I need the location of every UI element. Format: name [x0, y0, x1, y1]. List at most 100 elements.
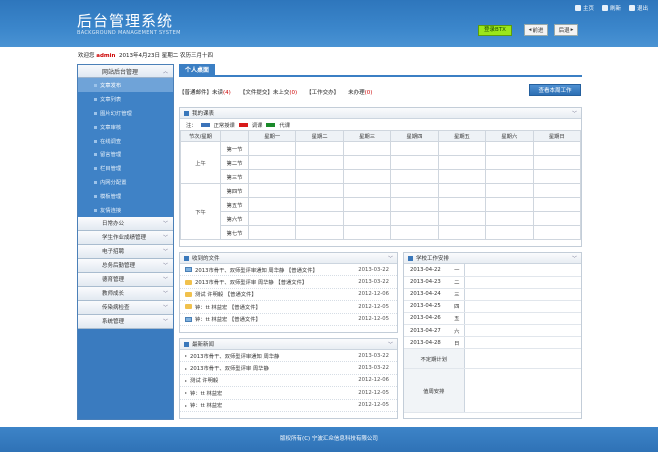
- chevron-down-icon: ﹀: [162, 290, 168, 297]
- sidebar-group-system[interactable]: 系统管理 ﹀: [78, 314, 173, 329]
- username: admin: [96, 53, 116, 59]
- list-item[interactable]: 钟：tt 林益宏 【普通文件】 2012-12-05: [180, 314, 397, 326]
- news-header: 最新新闻 ﹀: [180, 339, 397, 350]
- chevron-down-icon: ﹀: [162, 304, 168, 311]
- sidebar-item-columns[interactable]: 栏目管理: [78, 161, 173, 175]
- table-row: 不定期计划: [404, 348, 581, 370]
- table-row: 下午 第四节: [180, 183, 582, 240]
- schedule-table: 节次/星期 星期一 星期二 星期三 星期四 星期五 星期六 星期日 上午 第一节 第二节…: [180, 130, 582, 240]
- table-row: 第二节: [181, 155, 582, 170]
- bullet-icon: ▸: [185, 353, 188, 359]
- list-item[interactable]: ▸ 2013市骨干、双师型评审通知 周华静 2013-03-22: [180, 350, 397, 363]
- view-week-work-button[interactable]: 查看本周工作: [529, 84, 581, 96]
- login-button[interactable]: 登录BTX: [478, 25, 512, 36]
- school-header: 学校工作安排 ﹀: [404, 253, 581, 264]
- list-item[interactable]: 钟：tt 林益宏 【普通文件】 2012-12-05: [180, 301, 397, 314]
- footer: 版权所有(C) 宁波汇众信息科技有限公司: [0, 427, 658, 452]
- files-list: 2013市骨干、双师型评审通知 周华静 【普通文件】 2013-03-22 201…: [180, 264, 397, 326]
- schedule-panel: 我的课表 ﹀ 注： 正常授课 调课 代课 节次/星期 星期一 星期二 星期三 星期四 …: [179, 107, 582, 247]
- refresh-icon: [601, 5, 608, 11]
- news-list: ▸ 2013市骨干、双师型评审通知 周华静 2013-03-22 ▸ 2013市骨干、…: [180, 350, 397, 412]
- table-row: 第六节: [181, 211, 582, 226]
- user-info-bar: 欢迎您 admin 2013年4月23日 星期二 农历三月十四: [78, 53, 213, 59]
- panel-icon: [184, 110, 189, 116]
- main-area: 个人桌面: [179, 64, 582, 77]
- quick-links: 【普通邮件】未读(4) 【文件提交】未上交(0) 【工作交办】 未办理(0): [179, 86, 582, 98]
- sidebar-group-teacher[interactable]: 教师成长 ﹀: [78, 286, 173, 301]
- table-row: 第三节: [181, 169, 582, 184]
- nav-home[interactable]: 主页: [574, 4, 594, 12]
- table-row: 2013-04-26 五: [404, 312, 581, 325]
- files-header: 收到的文件 ﹀: [180, 253, 397, 264]
- header-banner: 后台管理系统 BACKGROUND MANAGEMENT SYSTEM 主页 刷…: [0, 0, 658, 47]
- quick-tasks[interactable]: 【工作交办】: [306, 88, 339, 96]
- sidebar-group-disease[interactable]: 传染病检查 ﹀: [78, 300, 173, 315]
- sidebar-item-article-publish[interactable]: 文章发布: [78, 78, 173, 92]
- sidebar-group-moral[interactable]: 德育管理 ﹀: [78, 272, 173, 287]
- chevron-down-icon: ﹀: [162, 248, 168, 255]
- chevron-down-icon: ﹀: [162, 276, 168, 283]
- folder-icon: [185, 304, 192, 310]
- list-item[interactable]: ▸ 测试 许明毅 2012-12-06: [180, 375, 397, 388]
- forward-button[interactable]: ◂ 前进: [524, 24, 548, 36]
- table-row: 第五节: [181, 197, 582, 212]
- quick-mail[interactable]: 【普通邮件】未读(4): [179, 88, 231, 96]
- sidebar-item-links[interactable]: 友情连接: [78, 203, 173, 217]
- list-item[interactable]: ▸ 钟：tt 林益宏 2012-12-05: [180, 387, 397, 400]
- mail-icon: [185, 267, 192, 273]
- sidebar-item-article-list[interactable]: 文章列表: [78, 92, 173, 106]
- back-button[interactable]: 后退 ▸: [554, 24, 578, 36]
- logout-icon: [628, 5, 635, 11]
- received-files-panel: 收到的文件 ﹀ 2013市骨干、双师型评审通知 周华静 【普通文件】 2013-03…: [179, 252, 398, 333]
- quick-pending[interactable]: 未办理(0): [348, 88, 372, 96]
- table-row: 2013-04-28 日: [404, 336, 581, 350]
- list-item[interactable]: ▸ 钟：tt 林益宏 2012-12-05: [180, 400, 397, 412]
- schedule-head-row: 节次/星期 星期一 星期二 星期三 星期四 星期五 星期六 星期日: [180, 130, 582, 142]
- schedule-header: 我的课表 ﹀: [180, 108, 581, 119]
- nav-refresh[interactable]: 刷新: [601, 4, 621, 12]
- home-icon: [574, 5, 581, 11]
- nav-logout[interactable]: 退出: [628, 4, 648, 12]
- chevron-down-icon[interactable]: ﹀: [572, 110, 577, 117]
- sidebar-group-office[interactable]: 日常办公 ﹀: [78, 216, 173, 231]
- sidebar-group-site-admin[interactable]: 网站后台管理 ︿: [78, 65, 173, 78]
- sidebar-group-homework[interactable]: 学生作业成绩管理 ﹀: [78, 230, 173, 245]
- folder-icon: [185, 279, 192, 285]
- sidebar-item-intranet[interactable]: 内网分配置: [78, 175, 173, 189]
- table-row: 值周安排: [404, 368, 581, 414]
- table-row: 上午 第一节: [180, 141, 582, 184]
- table-row: 2013-04-23 二: [404, 276, 581, 289]
- legend-swatch-swap: [238, 122, 248, 127]
- sidebar-item-article-review[interactable]: 文章审核: [78, 120, 173, 134]
- chevron-down-icon: ﹀: [162, 262, 168, 269]
- sidebar-group-recruit[interactable]: 电子招聘 ﹀: [78, 244, 173, 259]
- table-row: 2013-04-25 四: [404, 300, 581, 313]
- school-work-panel: 学校工作安排 ﹀ 2013-04-22 一 2013-04-23 二 2013-04-…: [403, 252, 582, 419]
- sidebar-item-survey[interactable]: 在线调查: [78, 134, 173, 148]
- list-item[interactable]: 2013市骨干、双师型评审通知 周华静 【普通文件】 2013-03-22: [180, 264, 397, 277]
- quick-files[interactable]: 【文件提交】未上交(0): [240, 88, 297, 96]
- panel-icon: [184, 341, 189, 347]
- arrow-left-icon: ◂: [528, 27, 532, 33]
- sidebar-item-messages[interactable]: 留言管理: [78, 147, 173, 161]
- top-nav: 主页 刷新 退出: [574, 4, 648, 12]
- chevron-down-icon[interactable]: ﹀: [572, 255, 577, 262]
- mail-icon: [185, 316, 192, 322]
- list-item[interactable]: 2013市骨干、双师型评审 周华静 【普通文件】 2013-03-22: [180, 276, 397, 289]
- table-row: 2013-04-24 三: [404, 288, 581, 301]
- list-item[interactable]: 测试 许明毅 【普通文件】 2012-12-06: [180, 289, 397, 302]
- folder-icon: [185, 291, 192, 297]
- app-title: 后台管理系统: [77, 12, 174, 30]
- sidebar-item-templates[interactable]: 模板管理: [78, 189, 173, 203]
- chevron-down-icon[interactable]: ﹀: [388, 255, 393, 262]
- tab-personal-desktop[interactable]: 个人桌面: [179, 64, 216, 77]
- sidebar-group-logistics[interactable]: 总务后勤管理 ﹀: [78, 258, 173, 273]
- list-item[interactable]: ▸ 2013市骨干、双师型评审 周华静 2013-03-22: [180, 362, 397, 375]
- chevron-up-icon: ︿: [162, 68, 168, 75]
- schedule-legend: 注： 正常授课 调课 代课: [186, 122, 291, 129]
- bullet-icon: ▸: [185, 365, 188, 371]
- chevron-down-icon[interactable]: ﹀: [388, 341, 393, 348]
- sidebar-item-slides[interactable]: 图片幻灯管理: [78, 106, 173, 120]
- bullet-icon: ▸: [185, 377, 188, 383]
- panel-icon: [408, 255, 413, 261]
